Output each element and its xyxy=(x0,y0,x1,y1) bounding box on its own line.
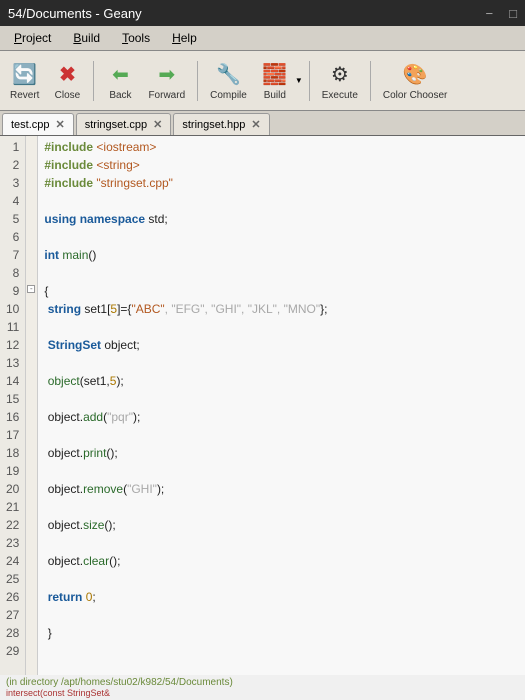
tab-label: stringset.hpp xyxy=(182,119,245,131)
maximize-icon[interactable]: □ xyxy=(509,6,517,21)
code-area[interactable]: #include <iostream>#include <string>#inc… xyxy=(38,136,525,696)
close-button[interactable]: ✖ Close xyxy=(47,58,87,103)
color-chooser-button[interactable]: 🎨 Color Chooser xyxy=(377,58,453,103)
close-icon[interactable]: ✕ xyxy=(56,118,65,131)
fold-column: - xyxy=(26,136,38,696)
toolbar: 🔄 Revert ✖ Close ⬅ Back ➡ Forward 🔧 Comp… xyxy=(0,51,525,111)
tab-label: stringset.cpp xyxy=(85,119,147,131)
menubar: Project Build Tools Help xyxy=(0,26,525,51)
separator xyxy=(93,61,94,101)
chevron-down-icon[interactable]: ▼ xyxy=(295,76,303,85)
menu-tools[interactable]: Tools xyxy=(112,28,160,48)
build-button[interactable]: 🧱 Build xyxy=(255,58,295,103)
compile-icon: 🔧 xyxy=(214,60,242,88)
back-icon: ⬅ xyxy=(106,60,134,88)
editor: 1234567891011121314151617181920212223242… xyxy=(0,136,525,696)
menu-project[interactable]: Project xyxy=(4,28,61,48)
separator xyxy=(197,61,198,101)
separator xyxy=(309,61,310,101)
close-icon: ✖ xyxy=(53,60,81,88)
forward-button[interactable]: ➡ Forward xyxy=(142,58,191,103)
line-numbers: 1234567891011121314151617181920212223242… xyxy=(0,136,26,696)
separator xyxy=(370,61,371,101)
window-title: 54/Documents - Geany xyxy=(8,6,486,21)
compile-button[interactable]: 🔧 Compile xyxy=(204,58,253,103)
revert-button[interactable]: 🔄 Revert xyxy=(4,58,45,103)
tabbar: test.cpp ✕ stringset.cpp ✕ stringset.hpp ✕ xyxy=(0,111,525,136)
minimize-icon[interactable]: − xyxy=(486,6,494,21)
gear-icon: ⚙ xyxy=(326,60,354,88)
palette-icon: 🎨 xyxy=(401,60,429,88)
menu-help[interactable]: Help xyxy=(162,28,207,48)
execute-button[interactable]: ⚙ Execute xyxy=(316,58,364,103)
window-controls: − □ xyxy=(486,6,517,21)
status-area: (in directory /apt/homes/stu02/k982/54/D… xyxy=(0,675,525,700)
status-directory: (in directory /apt/homes/stu02/k982/54/D… xyxy=(6,677,519,688)
tab-test-cpp[interactable]: test.cpp ✕ xyxy=(2,113,74,135)
revert-icon: 🔄 xyxy=(11,60,39,88)
close-icon[interactable]: ✕ xyxy=(153,118,162,131)
close-icon[interactable]: ✕ xyxy=(251,118,260,131)
menu-build[interactable]: Build xyxy=(63,28,110,48)
tab-stringset-hpp[interactable]: stringset.hpp ✕ xyxy=(173,113,269,135)
tab-stringset-cpp[interactable]: stringset.cpp ✕ xyxy=(76,113,172,135)
forward-icon: ➡ xyxy=(153,60,181,88)
back-button[interactable]: ⬅ Back xyxy=(100,58,140,103)
status-error: intersect(const StringSet& xyxy=(6,688,519,698)
tab-label: test.cpp xyxy=(11,119,50,131)
build-icon: 🧱 xyxy=(261,60,289,88)
fold-marker[interactable]: - xyxy=(27,285,35,293)
titlebar: 54/Documents - Geany − □ xyxy=(0,0,525,26)
